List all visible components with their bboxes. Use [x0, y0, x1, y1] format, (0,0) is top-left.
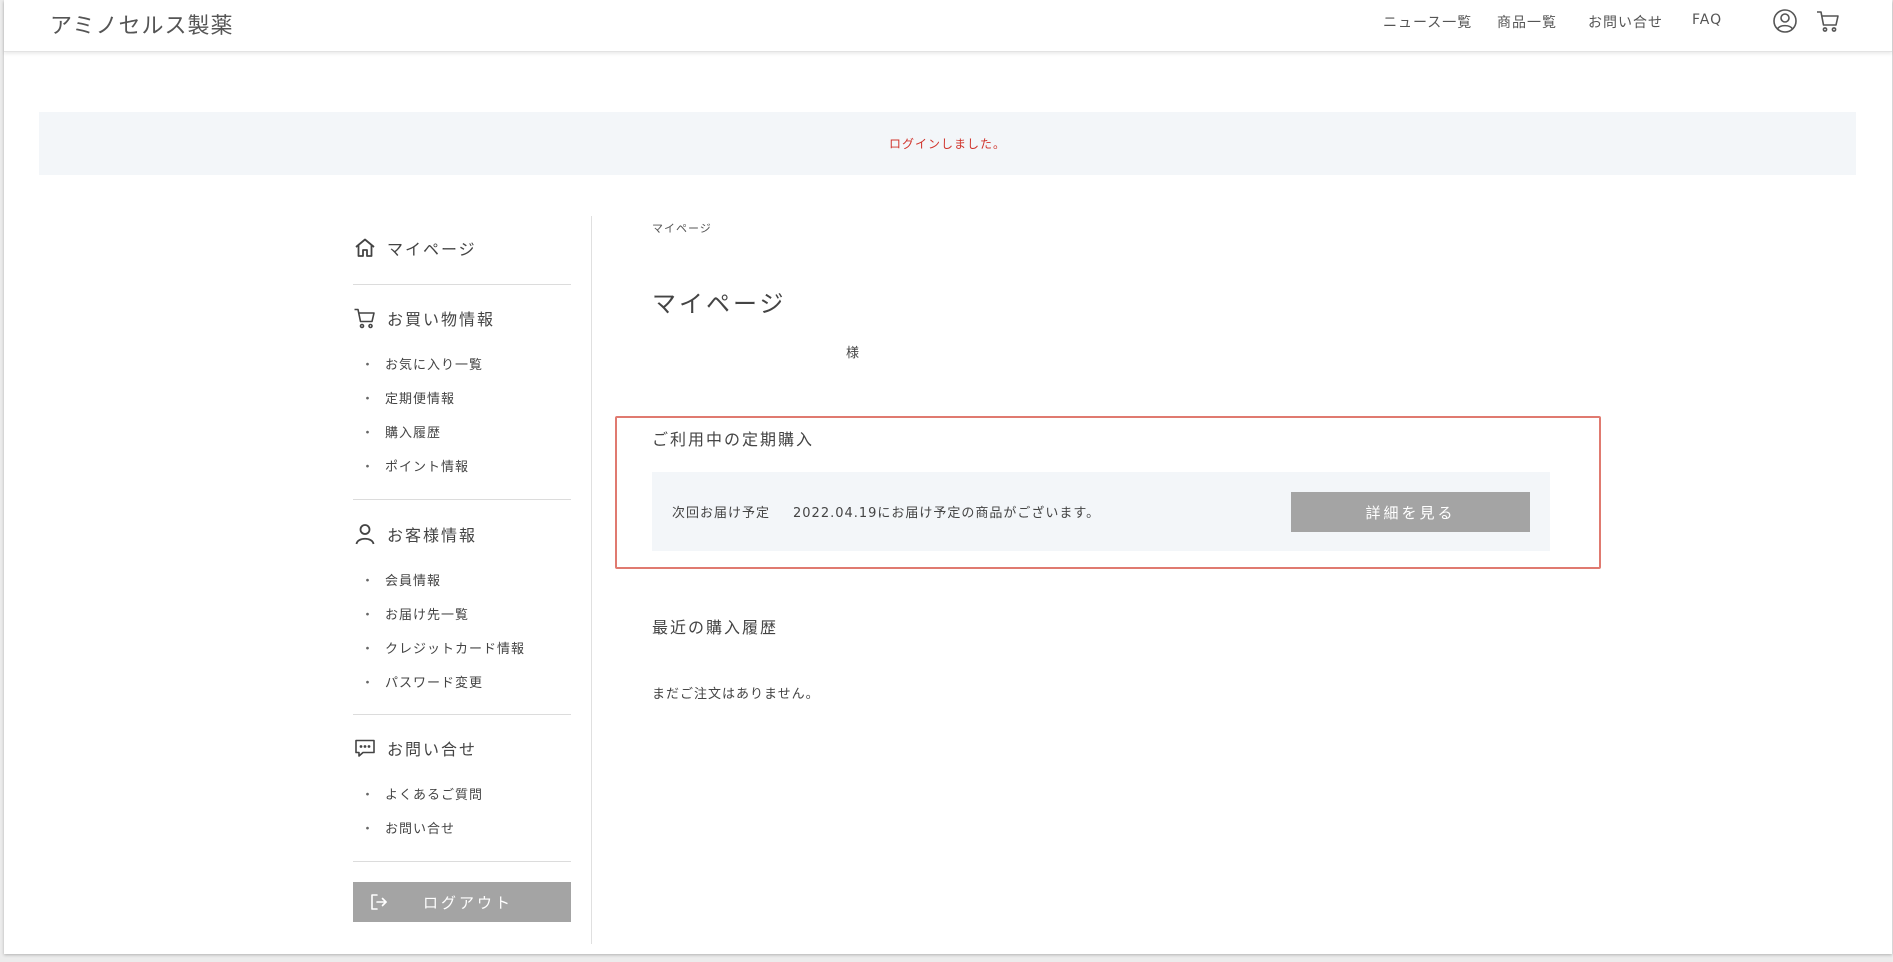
- sidebar-item-contact[interactable]: ・お問い合せ: [361, 818, 455, 837]
- sidebar-item-subscription[interactable]: ・定期便情報: [361, 388, 455, 407]
- sidebar-item-addresses[interactable]: ・お届け先一覧: [361, 604, 469, 623]
- cart-icon[interactable]: [1815, 8, 1841, 34]
- login-flash-message: ログインしました。: [39, 112, 1856, 175]
- nav-news[interactable]: ニュース一覧: [1383, 12, 1472, 32]
- site-logo[interactable]: アミノセルス製薬: [50, 8, 234, 40]
- divider: [353, 861, 571, 862]
- cart-icon: [353, 306, 377, 330]
- logout-icon: [369, 892, 389, 912]
- sidebar-item-faq[interactable]: ・よくあるご質問: [361, 784, 483, 803]
- subscription-section-title: ご利用中の定期購入: [652, 430, 815, 449]
- sidebar-divider: [591, 216, 592, 944]
- subscription-panel: 次回お届け予定 2022.04.19にお届け予定の商品がございます。 詳細を見る: [652, 472, 1550, 551]
- next-delivery-label: 次回お届け予定: [672, 506, 771, 521]
- sidebar-item-purchase-history[interactable]: ・購入履歴: [361, 422, 441, 441]
- site-header: アミノセルス製薬 ニュース一覧 商品一覧 お問い合せ FAQ: [4, 0, 1892, 52]
- divider: [353, 714, 571, 715]
- sidebar-customer-heading: お客様情報: [353, 522, 477, 546]
- nav-contact[interactable]: お問い合せ: [1588, 12, 1663, 32]
- sidebar-item-member-info[interactable]: ・会員情報: [361, 570, 441, 589]
- sidebar-item-password[interactable]: ・パスワード変更: [361, 672, 483, 691]
- sidebar-inquiry-title: お問い合せ: [387, 740, 478, 759]
- home-icon: [353, 236, 377, 260]
- sidebar-inquiry-heading: お問い合せ: [353, 736, 477, 760]
- nav-faq[interactable]: FAQ: [1692, 12, 1722, 28]
- sidebar-item-favorites[interactable]: ・お気に入り一覧: [361, 354, 483, 373]
- next-delivery-text: 2022.04.19にお届け予定の商品がございます。: [793, 506, 1101, 521]
- sidebar-item-credit-card[interactable]: ・クレジットカード情報: [361, 638, 525, 657]
- breadcrumb[interactable]: マイページ: [652, 220, 712, 236]
- person-icon: [353, 522, 377, 546]
- sidebar-mypage-label: マイページ: [387, 240, 477, 259]
- no-orders-message: まだご注文はありません。: [652, 687, 820, 702]
- sidebar-customer-title: お客様情報: [387, 526, 478, 545]
- sidebar-item-points[interactable]: ・ポイント情報: [361, 456, 469, 475]
- history-section-title: 最近の購入履歴: [652, 618, 779, 637]
- user-icon[interactable]: [1772, 8, 1798, 34]
- sidebar-mypage-link[interactable]: マイページ: [353, 236, 477, 260]
- user-name-suffix: 様: [846, 346, 860, 361]
- logout-button[interactable]: ログアウト: [353, 882, 571, 922]
- view-details-button[interactable]: 詳細を見る: [1291, 492, 1530, 532]
- divider: [353, 499, 571, 500]
- chat-icon: [353, 736, 377, 760]
- logout-label: ログアウト: [423, 893, 514, 912]
- divider: [353, 284, 571, 285]
- page-frame: アミノセルス製薬 ニュース一覧 商品一覧 お問い合せ FAQ ログインしました。: [4, 0, 1892, 954]
- page-title: マイページ: [652, 290, 787, 318]
- nav-products[interactable]: 商品一覧: [1497, 12, 1557, 32]
- sidebar-shopping-heading: お買い物情報: [353, 306, 495, 330]
- flash-text: ログインしました。: [888, 137, 1006, 151]
- sidebar-shopping-title: お買い物情報: [387, 310, 496, 329]
